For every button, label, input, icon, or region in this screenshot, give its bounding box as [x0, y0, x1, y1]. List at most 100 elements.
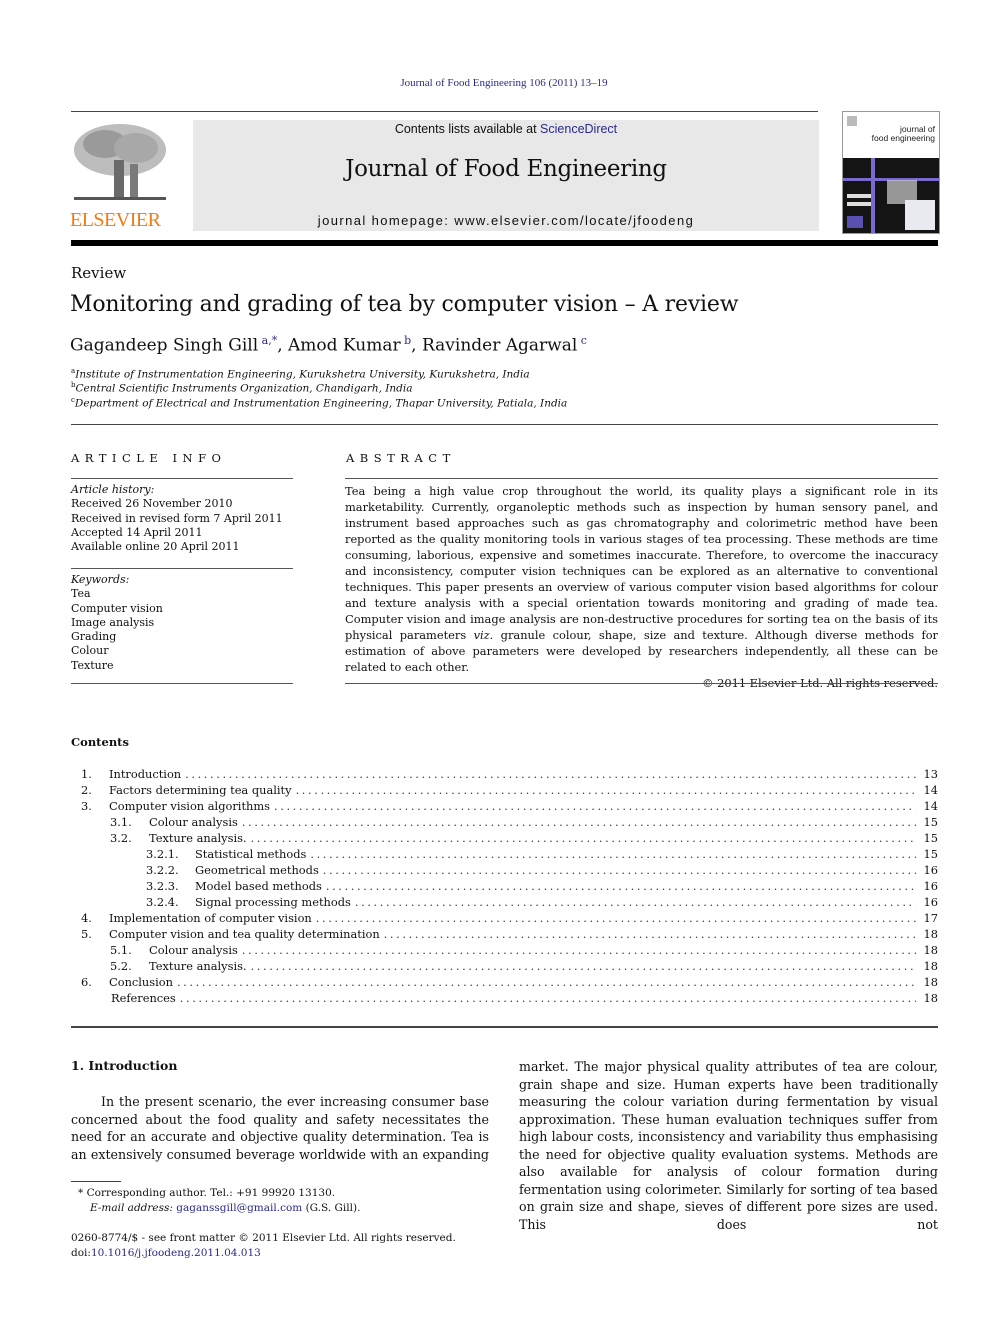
abstract-text: Tea being a high value crop throughout t… — [345, 483, 938, 675]
toc-leader-dots: ........................................… — [176, 975, 916, 989]
toc-entry[interactable]: 3.2.1. Statistical methods...............… — [71, 846, 938, 862]
author-name[interactable]: Gagandeep Singh Gill — [70, 336, 258, 356]
toc-entry[interactable]: 3.2. Texture analysis....................… — [71, 830, 938, 846]
toc-entry-title[interactable]: Implementation of computer vision — [109, 910, 316, 926]
journal-cover-thumbnail[interactable]: journal of food engineering — [842, 111, 940, 234]
toc-entry-number: 3.2.3. — [146, 879, 179, 893]
toc-entry[interactable]: 3.2.4. Signal processing methods.........… — [71, 894, 938, 910]
author-affiliation-mark[interactable]: c — [581, 334, 587, 347]
toc-entry[interactable]: 2. Factors determining tea quality.......… — [71, 782, 938, 798]
toc-entry-page[interactable]: 18 — [916, 974, 939, 990]
keyword: Tea — [71, 587, 91, 601]
toc-entry[interactable]: 3.2.3. Model based methods...............… — [71, 878, 938, 894]
toc-entry-number: 5. — [81, 927, 92, 941]
toc-entry-page[interactable]: 14 — [916, 798, 939, 814]
toc-entry-title[interactable]: Computer vision and tea quality determin… — [109, 926, 384, 942]
toc-entry-page[interactable]: 17 — [916, 910, 939, 926]
author-affiliation-mark[interactable]: b — [404, 334, 411, 347]
toc-entry[interactable]: 1. Introduction..........................… — [71, 766, 938, 782]
toc-entry[interactable]: 3.2.2. Geometrical methods...............… — [71, 862, 938, 878]
elsevier-logo[interactable]: ELSEVIER — [70, 120, 172, 232]
toc-entry-page[interactable]: 16 — [916, 862, 939, 878]
toc-entry-title[interactable]: Model based methods — [195, 878, 326, 894]
journal-banner: Contents lists available at ScienceDirec… — [193, 120, 819, 231]
doi-link[interactable]: 10.1016/j.jfoodeng.2011.04.013 — [91, 1247, 261, 1259]
author-list: Gagandeep Singh Gill a,*, Amod Kumar b, … — [70, 334, 587, 356]
toc-entry[interactable]: 3.1. Colour analysis.....................… — [71, 814, 938, 830]
toc-entry-title[interactable]: Factors determining tea quality — [109, 782, 296, 798]
sciencedirect-link[interactable]: ScienceDirect — [540, 122, 617, 136]
email-owner: (G.S. Gill). — [302, 1202, 361, 1214]
toc-entry[interactable]: 5.2. Texture analysis....................… — [71, 958, 938, 974]
toc-entry-number: 5.1. — [110, 943, 132, 957]
toc-entry[interactable]: References..............................… — [71, 990, 938, 1006]
toc-leader-dots: ........................................… — [295, 783, 916, 797]
toc-leader-dots: ........................................… — [179, 991, 916, 1005]
toc-entry-page[interactable]: 18 — [916, 926, 939, 942]
toc-entry-number: 3. — [81, 799, 92, 813]
toc-entry-title[interactable]: Computer vision algorithms — [109, 798, 274, 814]
keyword: Grading — [71, 630, 117, 644]
homepage-link[interactable]: www.elsevier.com/locate/jfoodeng — [454, 213, 694, 228]
author-affiliation-mark[interactable]: a,* — [262, 334, 278, 347]
corresponding-author-text: Corresponding author. Tel.: +91 99920 13… — [86, 1187, 336, 1199]
affiliation-text: Central Scientific Instruments Organizat… — [75, 382, 413, 395]
abstract-viz: viz. — [473, 628, 494, 642]
abstract-heading: ABSTRACT — [346, 451, 456, 465]
affiliation: cDepartment of Electrical and Instrument… — [71, 396, 567, 410]
history-item: Received 26 November 2010 — [71, 497, 233, 511]
toc-entry-page[interactable]: 15 — [916, 846, 939, 862]
toc-entry-title[interactable]: Texture analysis. — [149, 830, 251, 846]
elsevier-wordmark: ELSEVIER — [70, 209, 161, 231]
doi-line: doi:10.1016/j.jfoodeng.2011.04.013 — [71, 1246, 456, 1261]
affiliation: aInstitute of Instrumentation Engineerin… — [71, 367, 530, 381]
toc-entry-title[interactable]: Introduction — [109, 766, 186, 782]
footnote: * Corresponding author. Tel.: +91 99920 … — [78, 1186, 360, 1216]
toc-entry-page[interactable]: 18 — [916, 990, 939, 1006]
keyword: Texture — [71, 658, 114, 672]
toc-entry-title[interactable]: References — [111, 990, 180, 1006]
toc-entry[interactable]: 5. Computer vision and tea quality determ… — [71, 926, 938, 942]
toc-entry-title[interactable]: Statistical methods — [195, 846, 311, 862]
toc-entry-title[interactable]: Signal processing methods — [195, 894, 355, 910]
journal-citation-link[interactable]: Journal of Food Engineering 106 (2011) 1… — [0, 77, 992, 89]
toc-entry-page[interactable]: 13 — [916, 766, 939, 782]
toc-entry-title-wrap: Colour analysis.........................… — [149, 942, 916, 958]
toc-entry-title-wrap: Texture analysis........................… — [149, 958, 916, 974]
toc-entry-title[interactable]: Texture analysis. — [149, 958, 251, 974]
toc-entry-page[interactable]: 18 — [916, 942, 939, 958]
toc-leader-dots: ........................................… — [241, 943, 916, 957]
history-item: Accepted 14 April 2011 — [71, 525, 203, 539]
toc-entry-page[interactable]: 15 — [916, 830, 939, 846]
author-name[interactable]: Ravinder Agarwal — [422, 336, 577, 356]
affiliation: bCentral Scientific Instruments Organiza… — [71, 381, 413, 395]
article-history-label: Article history: — [71, 483, 155, 496]
email-link[interactable]: gaganssgill@gmail.com — [176, 1202, 302, 1214]
toc-leader-dots: ........................................… — [185, 767, 916, 781]
keyword: Image analysis — [71, 615, 155, 629]
journal-title: Journal of Food Engineering — [345, 156, 667, 182]
divider — [71, 478, 293, 479]
toc-entry-title[interactable]: Colour analysis — [149, 814, 242, 830]
toc-entry-title-wrap: Signal processing methods...............… — [195, 894, 916, 910]
toc-entry-title[interactable]: Conclusion — [109, 974, 177, 990]
author-name[interactable]: Amod Kumar — [288, 336, 401, 356]
toc-entry-title[interactable]: Colour analysis — [149, 942, 242, 958]
toc-entry[interactable]: 5.1. Colour analysis.....................… — [71, 942, 938, 958]
toc-entry[interactable]: 4. Implementation of computer vision.....… — [71, 910, 938, 926]
toc-entry-page[interactable]: 15 — [916, 814, 939, 830]
toc-entry-page[interactable]: 18 — [916, 958, 939, 974]
toc-entry-title-wrap: Model based methods.....................… — [195, 878, 916, 894]
toc-entry[interactable]: 6. Conclusion............................… — [71, 974, 938, 990]
toc-entry-page[interactable]: 16 — [916, 894, 939, 910]
header-thick-divider — [71, 240, 938, 246]
toc-entry-title[interactable]: Geometrical methods — [195, 862, 323, 878]
footnote-divider — [71, 1181, 121, 1182]
toc-entry-page[interactable]: 16 — [916, 878, 939, 894]
keyword: Colour — [71, 644, 109, 658]
keywords-label: Keywords: — [71, 573, 130, 586]
toc-entry-number: 1. — [81, 767, 92, 781]
table-of-contents: 1. Introduction..........................… — [71, 766, 938, 1006]
toc-entry[interactable]: 3. Computer vision algorithms............… — [71, 798, 938, 814]
toc-entry-page[interactable]: 14 — [916, 782, 939, 798]
